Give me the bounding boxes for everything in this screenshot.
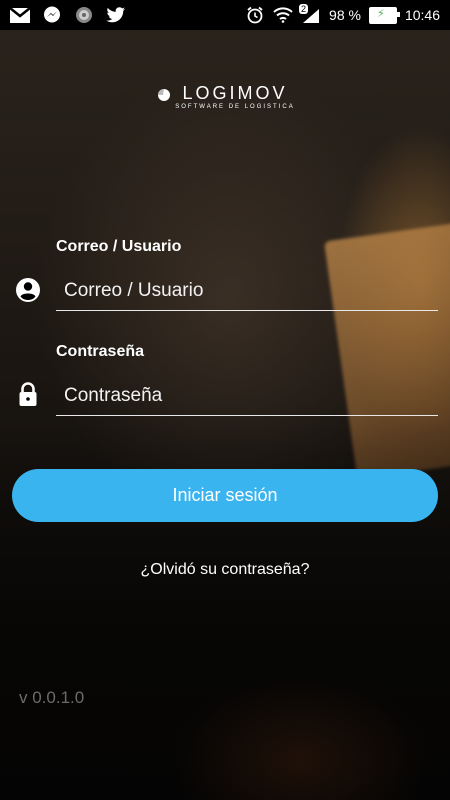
notification-count: 2 — [299, 4, 309, 14]
user-label: Correo / Usuario — [56, 238, 182, 255]
logo-emblem-icon — [158, 89, 171, 101]
battery-percent: 98 % — [329, 7, 361, 23]
twitter-icon — [106, 6, 126, 24]
app-logo: LOGIMOV SOFTWARE DE LOGISTICA — [0, 84, 450, 110]
messenger-icon — [42, 6, 62, 24]
battery-icon: ⚡ — [368, 6, 400, 24]
signal-icon: 2 — [299, 4, 321, 24]
gmail-icon — [10, 6, 30, 24]
user-input[interactable] — [56, 271, 438, 311]
forgot-password-link[interactable]: ¿Olvidó su contraseña? — [0, 561, 450, 579]
lock-icon — [19, 382, 37, 406]
logo-brand: LOGIMOV — [182, 83, 288, 103]
password-input[interactable] — [56, 376, 438, 416]
circle-app-icon — [74, 6, 94, 24]
password-label: Contraseña — [56, 343, 145, 360]
status-bar: 2 98 % ⚡ 10:46 — [0, 0, 450, 30]
login-button[interactable]: Iniciar sesión — [12, 469, 438, 522]
clock-time: 10:46 — [404, 7, 440, 23]
version-label: v 0.0.1.0 — [19, 688, 85, 707]
wifi-icon — [273, 6, 293, 24]
logo-tagline: SOFTWARE DE LOGISTICA — [175, 104, 295, 110]
alarm-icon — [245, 6, 265, 24]
account-circle-icon — [16, 278, 40, 302]
